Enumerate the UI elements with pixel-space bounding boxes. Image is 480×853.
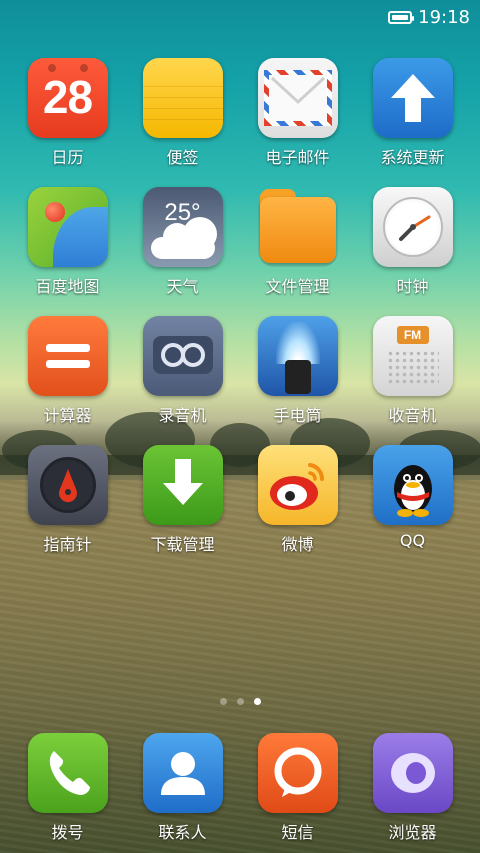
page-dot-active[interactable] (253, 698, 261, 705)
email-envelope-icon (257, 58, 338, 138)
calculator-icon (27, 316, 108, 396)
app-label: 联系人 (158, 823, 207, 842)
app-label: 浏览器 (388, 823, 437, 842)
app-label: 手电筒 (273, 406, 322, 425)
app-label: 收音机 (388, 406, 437, 425)
app-label: 系统更新 (380, 148, 445, 167)
app-label: 日历 (51, 148, 84, 167)
dock-messages[interactable]: 短信 (240, 733, 355, 843)
notes-icon (142, 58, 223, 138)
app-baidu-map[interactable]: 百度地图 (10, 187, 125, 297)
browser-ring-icon (372, 733, 453, 813)
dock-contacts[interactable]: 联系人 (125, 733, 240, 843)
update-arrow-icon (372, 58, 453, 138)
app-clock[interactable]: 时钟 (355, 187, 470, 297)
battery-icon (388, 10, 415, 24)
flashlight-icon (257, 316, 338, 396)
app-label: 下载管理 (150, 535, 215, 554)
status-bar: 19:18 (0, 0, 480, 34)
app-label: 微博 (281, 535, 314, 554)
app-flashlight[interactable]: 手电筒 (240, 316, 355, 426)
map-pin-icon (27, 187, 108, 267)
app-label: 录音机 (158, 406, 207, 425)
app-notes[interactable]: 便签 (125, 58, 240, 168)
clock-icon (372, 187, 453, 267)
qq-penguin-icon (372, 445, 453, 525)
page-dot[interactable] (236, 698, 244, 705)
app-label: 文件管理 (265, 277, 330, 296)
app-label: 拨号 (51, 823, 84, 842)
app-label: 指南针 (43, 535, 92, 554)
dock-browser[interactable]: 浏览器 (355, 733, 470, 843)
app-weather[interactable]: 25° 天气 (125, 187, 240, 297)
folder-icon (258, 187, 338, 267)
app-calculator[interactable]: 计算器 (10, 316, 125, 426)
contact-person-icon (142, 733, 223, 813)
app-label: 百度地图 (35, 277, 100, 296)
weather-cloud-icon: 25° (142, 187, 223, 267)
radio-fm-badge: FM (396, 326, 429, 344)
dock-phone[interactable]: 拨号 (10, 733, 125, 843)
page-dot[interactable] (219, 698, 227, 705)
app-label: QQ (399, 531, 426, 550)
app-radio[interactable]: FM 收音机 (355, 316, 470, 426)
app-label: 便签 (166, 148, 199, 167)
weibo-eye-icon (257, 445, 338, 525)
app-label: 时钟 (396, 277, 429, 296)
app-file-manager[interactable]: 文件管理 (240, 187, 355, 297)
app-qq[interactable]: QQ (355, 445, 470, 550)
phone-handset-icon (27, 733, 108, 813)
app-calendar[interactable]: 28 日历 (10, 58, 125, 168)
app-label: 计算器 (43, 406, 92, 425)
calendar-icon: 28 (27, 58, 108, 138)
calendar-date: 28 (42, 71, 93, 123)
app-email[interactable]: 电子邮件 (240, 58, 355, 168)
download-arrow-icon (142, 445, 223, 525)
status-time: 19:18 (418, 6, 470, 28)
app-system-update[interactable]: 系统更新 (355, 58, 470, 168)
app-label: 短信 (281, 823, 314, 842)
app-label: 电子邮件 (265, 148, 330, 167)
message-bubble-icon (257, 733, 338, 813)
app-label: 天气 (166, 277, 199, 296)
app-download-manager[interactable]: 下载管理 (125, 445, 240, 555)
app-compass[interactable]: 指南针 (10, 445, 125, 555)
cassette-tape-icon (142, 316, 223, 396)
app-recorder[interactable]: 录音机 (125, 316, 240, 426)
radio-icon: FM (372, 316, 453, 396)
page-indicator (0, 698, 480, 705)
compass-icon (27, 445, 108, 525)
app-weibo[interactable]: 微博 (240, 445, 355, 555)
